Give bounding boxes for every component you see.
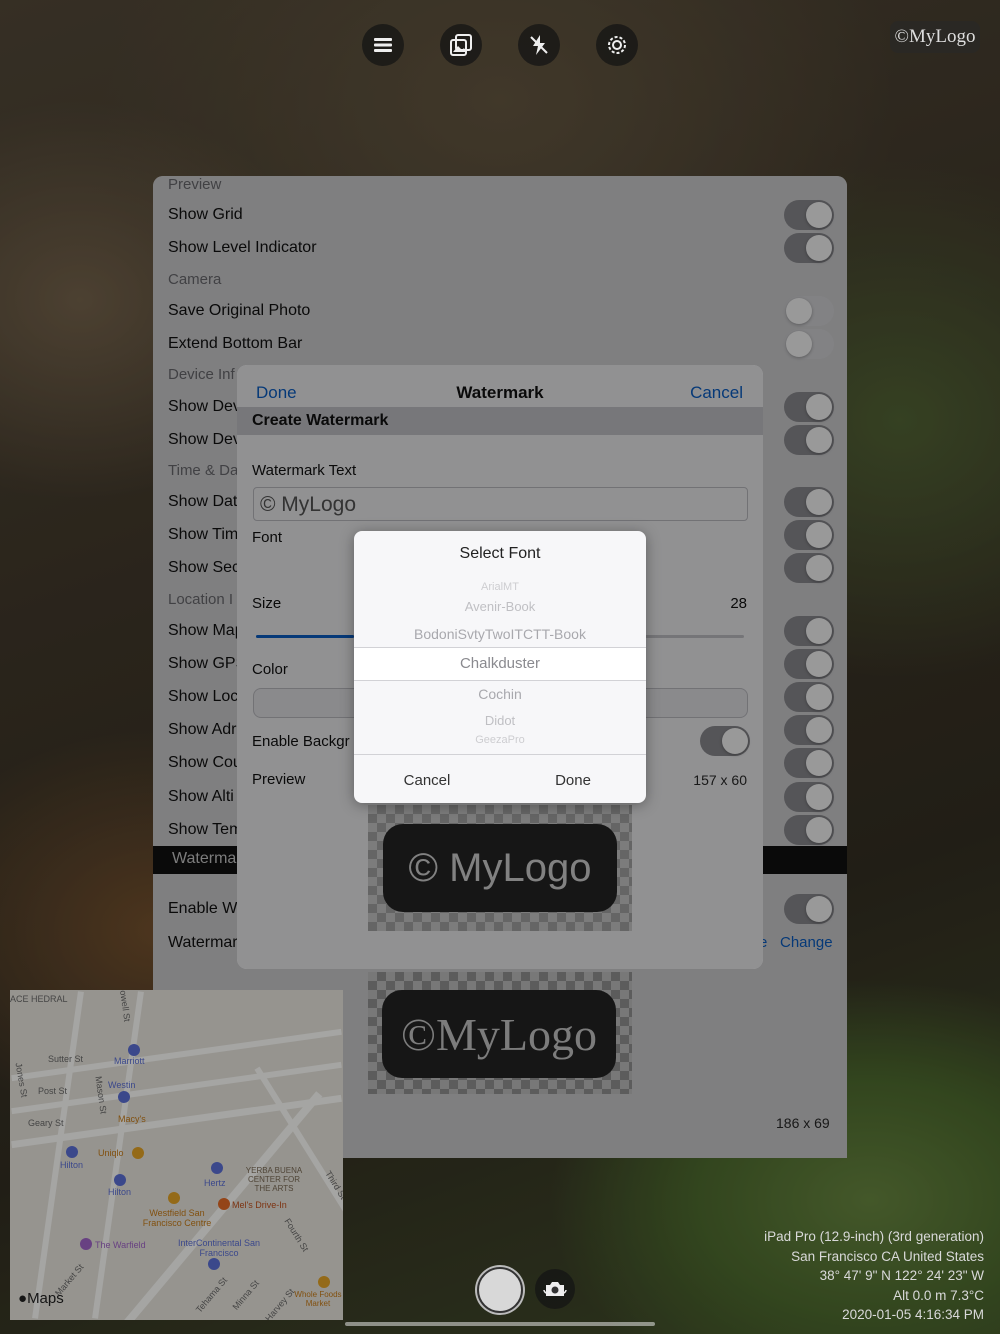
font-option[interactable]: BodoniSvtyTwoITCTT-Book: [354, 626, 646, 642]
font-picker-wheel[interactable]: ArialMT Avenir-Book BodoniSvtyTwoITCTT-Boo…: [354, 579, 646, 754]
menu-icon: [374, 38, 392, 52]
picker-title: Select Font: [459, 545, 541, 562]
watermark-badge: ©MyLogo: [890, 21, 980, 53]
altitude-temperature-info: Alt 0.0 m 7.3°C: [893, 1287, 984, 1303]
font-option[interactable]: Cochin: [354, 686, 646, 702]
gallery-icon: [450, 34, 472, 56]
map-dimmer: [10, 990, 343, 1320]
font-option[interactable]: Didot: [354, 713, 646, 728]
picker-cancel-button[interactable]: Cancel: [354, 772, 500, 789]
switch-camera-button[interactable]: [535, 1269, 575, 1309]
font-option[interactable]: Avenir-Book: [354, 599, 646, 614]
settings-gear-icon: [608, 36, 626, 54]
picker-footer: Cancel Done: [354, 754, 646, 803]
map-thumbnail[interactable]: ACE HEDRAL Sutter St Post St Geary St Jo…: [10, 990, 343, 1320]
picker-done-button[interactable]: Done: [500, 772, 646, 789]
photo-info-overlay: iPad Pro (12.9-inch) (3rd generation) Sa…: [764, 1227, 984, 1325]
font-option[interactable]: ArialMT: [354, 581, 646, 593]
font-option[interactable]: GeezaPro: [354, 734, 646, 746]
coordinates-info: 38° 47' 9" N 122° 24' 23" W: [819, 1268, 984, 1283]
location-info: San Francisco CA United States: [791, 1248, 984, 1264]
switch-camera-icon: [543, 1282, 567, 1296]
flash-off-icon: [530, 35, 548, 55]
flash-button[interactable]: [518, 24, 560, 66]
gallery-button[interactable]: [440, 24, 482, 66]
menu-button[interactable]: [362, 24, 404, 66]
font-picker-popup: Select Font ArialMT Avenir-Book BodoniSvty…: [354, 531, 646, 803]
settings-button[interactable]: [596, 24, 638, 66]
font-option[interactable]: Chalkduster: [354, 655, 646, 672]
shutter-button[interactable]: [477, 1267, 523, 1313]
home-indicator: [345, 1322, 655, 1326]
datetime-info: 2020-01-05 4:16:34 PM: [842, 1307, 984, 1322]
device-info: iPad Pro (12.9-inch) (3rd generation): [764, 1229, 984, 1244]
